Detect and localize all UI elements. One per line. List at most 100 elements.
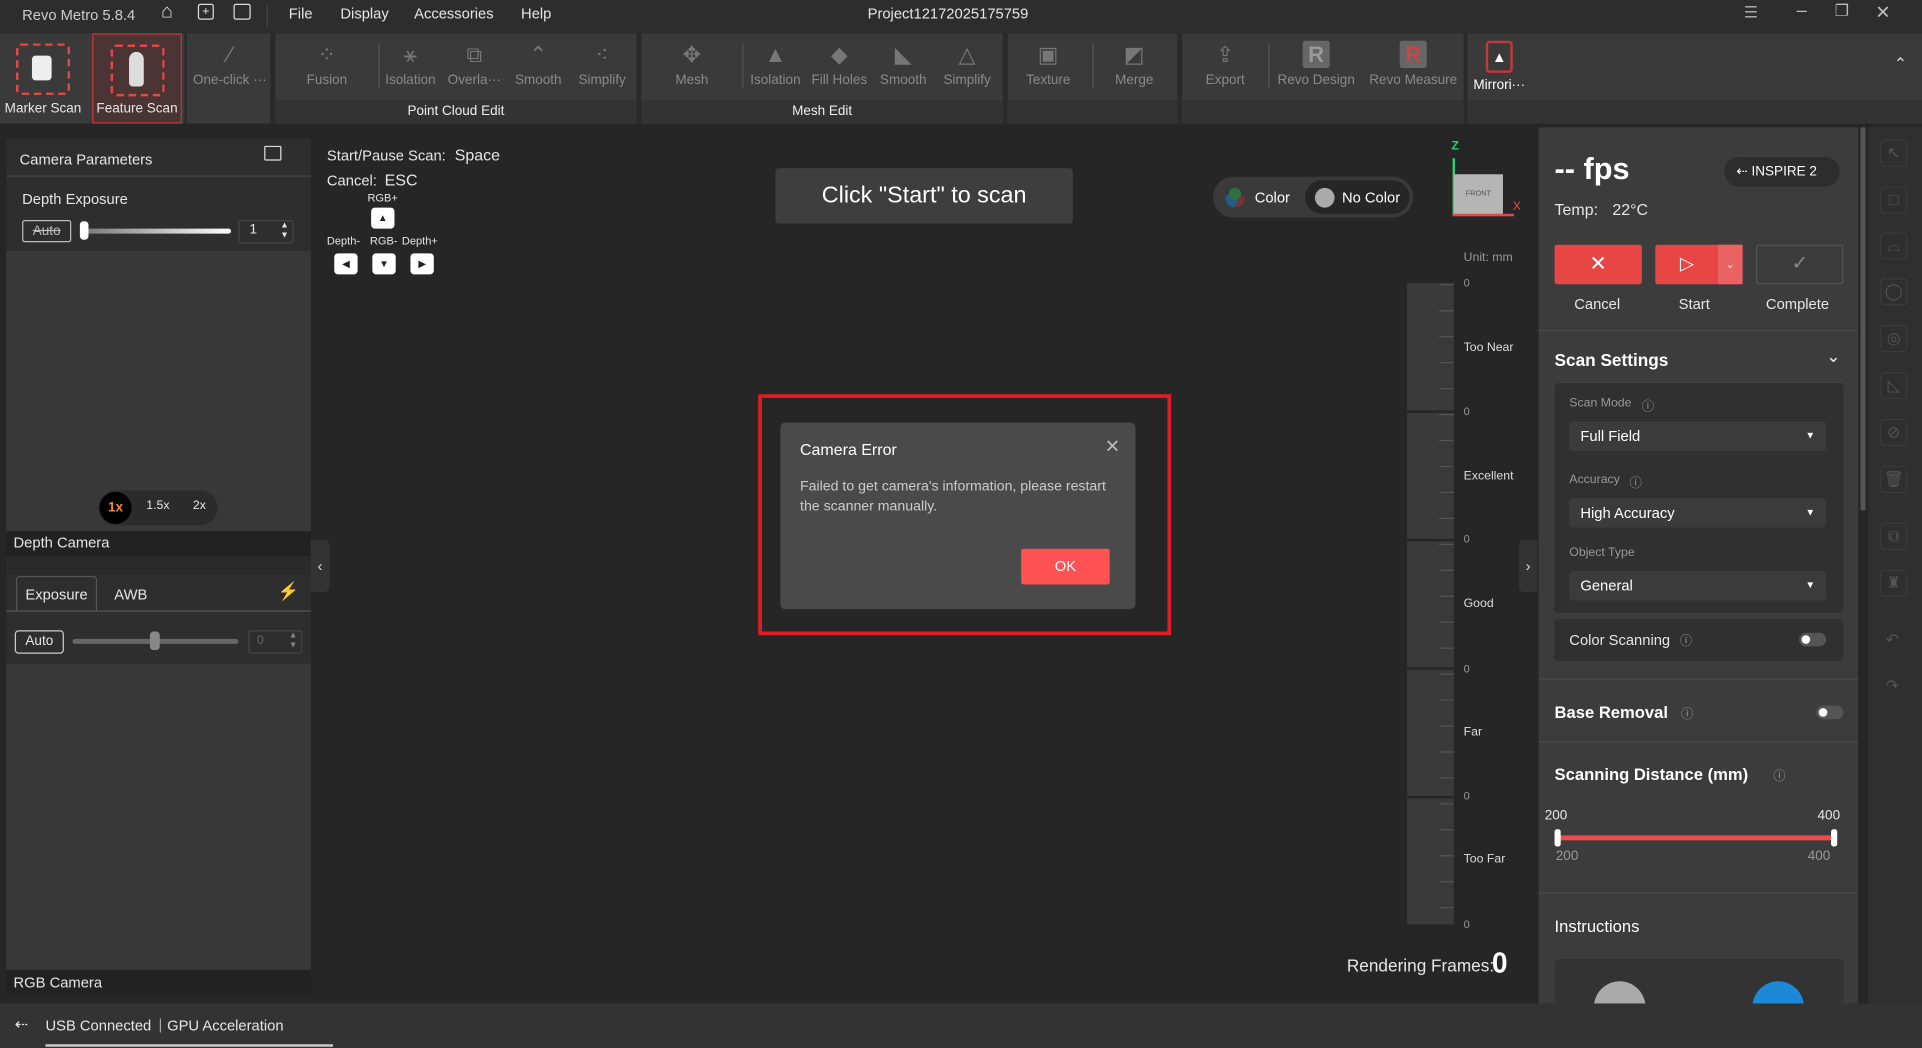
accuracy-select[interactable]: High Accuracy ▼ <box>1569 498 1827 528</box>
depth-camera-label: Depth Camera <box>13 533 110 552</box>
restore-button[interactable]: ❐ <box>1835 1 1849 21</box>
rendering-frames-value: 0 <box>1491 946 1508 979</box>
mesh-button[interactable]: ✥ Mesh <box>657 38 726 88</box>
scan-settings-chevron-icon[interactable]: ⌄ <box>1826 346 1840 367</box>
distance-min-handle[interactable] <box>1554 829 1561 847</box>
depth-auto-button[interactable]: Auto <box>22 219 72 243</box>
home-icon[interactable]: ⌂ <box>161 1 173 23</box>
depth-plus-key[interactable]: ▶ <box>410 253 434 275</box>
mirroring-button[interactable]: ▲ Mirrori··· <box>1465 38 1534 93</box>
ok-button[interactable]: OK <box>1021 548 1110 585</box>
tab-awb[interactable]: AWB <box>114 586 147 603</box>
invert-selection-icon[interactable]: ⊘ <box>1880 418 1908 447</box>
info-icon[interactable]: ⓘ <box>1630 472 1642 491</box>
info-icon[interactable]: ⓘ <box>1680 630 1692 649</box>
pc-simplify-button[interactable]: ⁖ Simplify <box>568 38 637 88</box>
marker-scan-button[interactable]: Marker Scan <box>0 33 86 123</box>
depth-exposure-handle[interactable] <box>79 221 89 240</box>
zoom-1x[interactable]: 1x <box>99 491 132 524</box>
export-button[interactable]: ⇪ Export <box>1191 38 1260 88</box>
distance-max-handle[interactable] <box>1831 829 1838 847</box>
rgb-exposure-handle[interactable] <box>149 631 160 651</box>
menu-file[interactable]: File <box>289 5 313 22</box>
ruler-too-far: Too Far <box>1463 852 1506 867</box>
polygon-select-icon[interactable]: ⌓ <box>1880 232 1908 260</box>
collapse-right-panel-button[interactable]: › <box>1518 540 1538 592</box>
plane-cut-icon[interactable]: ◺ <box>1880 371 1908 400</box>
ruler-tick <box>1439 829 1454 831</box>
base-removal-toggle[interactable] <box>1816 705 1844 720</box>
cancel-scan-button[interactable]: ✕ <box>1554 244 1642 285</box>
reset-icon[interactable] <box>264 145 282 161</box>
complete-scan-button[interactable]: ✓ <box>1756 244 1844 285</box>
depth-plus-label: Depth+ <box>401 234 438 248</box>
tab-exposure[interactable]: Exposure <box>15 575 98 612</box>
new-project-icon[interactable]: + <box>197 3 214 20</box>
menu-accessories[interactable]: Accessories <box>414 5 493 22</box>
fusion-button[interactable]: ⁘ Fusion <box>292 38 361 88</box>
mesh-smooth-button[interactable]: ◣ Smooth <box>869 38 938 88</box>
start-scan-button[interactable]: ▷ ⌄ <box>1655 244 1743 285</box>
revo-design-button[interactable]: R Revo Design <box>1276 38 1357 88</box>
distance-range-slider[interactable] <box>1557 835 1835 841</box>
info-icon[interactable]: ⓘ <box>1642 395 1654 414</box>
fill-holes-button[interactable]: ◆ Fill Holes <box>805 38 874 88</box>
depth-exposure-spinbox[interactable]: 1 ▲ ▼ <box>238 219 294 244</box>
front-face[interactable]: FRONT <box>1453 174 1503 216</box>
ruler-tick <box>1439 725 1454 727</box>
pc-smooth-button[interactable]: ⌃ Smooth <box>504 38 573 88</box>
rgb-minus-key[interactable]: ▼ <box>372 253 396 275</box>
depth-minus-key[interactable]: ◀ <box>334 253 358 275</box>
rgb-exposure-spinbox[interactable]: 0 ▲ ▼ <box>248 630 303 654</box>
clean-icon[interactable]: ♜ <box>1880 569 1908 597</box>
color-option[interactable]: Color <box>1255 189 1290 206</box>
zoom-2x[interactable]: 2x <box>193 499 206 513</box>
mesh-isolation-button[interactable]: ▲ Isolation <box>741 38 810 88</box>
flash-off-icon[interactable]: ⚡ <box>278 581 299 602</box>
revo-measure-button[interactable]: R Revo Measure <box>1369 38 1457 88</box>
redo-icon[interactable]: ↷ <box>1880 674 1905 699</box>
copy-icon[interactable]: ⧉ <box>1880 522 1908 550</box>
collapse-left-panel-button[interactable]: ‹ <box>310 540 330 592</box>
texture-button[interactable]: ▣ Texture <box>1014 38 1083 88</box>
overlap-button[interactable]: ⧉ Overla··· <box>440 38 509 88</box>
dialog-close-icon[interactable]: ✕ <box>1105 435 1120 457</box>
info-icon[interactable]: ⓘ <box>1681 703 1693 722</box>
start-options-chevron-icon[interactable]: ⌄ <box>1718 244 1743 285</box>
pc-isolation-button[interactable]: ⚹ Isolation <box>376 38 445 88</box>
one-click-button[interactable]: ⁄ One-click ··· <box>192 38 268 88</box>
ruler-tick <box>1439 621 1454 623</box>
zoom-1-5x[interactable]: 1.5x <box>146 499 169 513</box>
menu-help[interactable]: Help <box>521 5 551 22</box>
ruler-tick <box>1439 336 1454 338</box>
depth-exposure-slider[interactable] <box>82 228 232 234</box>
ruler-tick <box>1439 855 1454 857</box>
scan-mode-select[interactable]: Full Field ▼ <box>1569 421 1827 452</box>
dropdown-arrow-icon: ▼ <box>1805 579 1816 591</box>
object-type-select[interactable]: General ▼ <box>1569 570 1827 601</box>
orientation-gizmo[interactable]: Z FRONT X <box>1445 140 1525 220</box>
brush-select-icon[interactable]: ◎ <box>1880 325 1908 353</box>
delete-icon[interactable]: 🗑 <box>1880 465 1908 494</box>
undo-icon[interactable]: ↶ <box>1880 628 1905 653</box>
no-color-option[interactable]: No Color <box>1305 180 1410 214</box>
device-badge[interactable]: ⇠ INSPIRE 2 <box>1724 156 1840 187</box>
merge-button[interactable]: ◩ Merge <box>1100 38 1169 88</box>
minimize-button[interactable]: – <box>1797 0 1807 21</box>
feature-scan-button[interactable]: Feature Scan <box>92 33 182 124</box>
lasso-icon[interactable]: ◯ <box>1880 278 1908 306</box>
mesh-simplify-button[interactable]: △ Simplify <box>933 38 1002 88</box>
settings-sliders-icon[interactable]: ☰ <box>1744 2 1758 22</box>
start-label: Start <box>1678 295 1710 313</box>
open-folder-icon[interactable] <box>233 3 251 20</box>
select-icon[interactable]: ↖ <box>1880 139 1908 167</box>
rgb-plus-key[interactable]: ▲ <box>371 207 395 229</box>
right-panel-scrollbar[interactable] <box>1860 127 1866 511</box>
info-icon[interactable]: ⓘ <box>1773 765 1785 784</box>
color-scanning-toggle[interactable] <box>1799 632 1827 647</box>
close-button[interactable]: ✕ <box>1875 1 1890 23</box>
collapse-ribbon-icon[interactable]: ⌃ <box>1894 54 1907 74</box>
menu-display[interactable]: Display <box>340 5 388 22</box>
rectangle-select-icon[interactable]: □ <box>1880 186 1908 214</box>
rgb-auto-button[interactable]: Auto <box>14 630 64 654</box>
